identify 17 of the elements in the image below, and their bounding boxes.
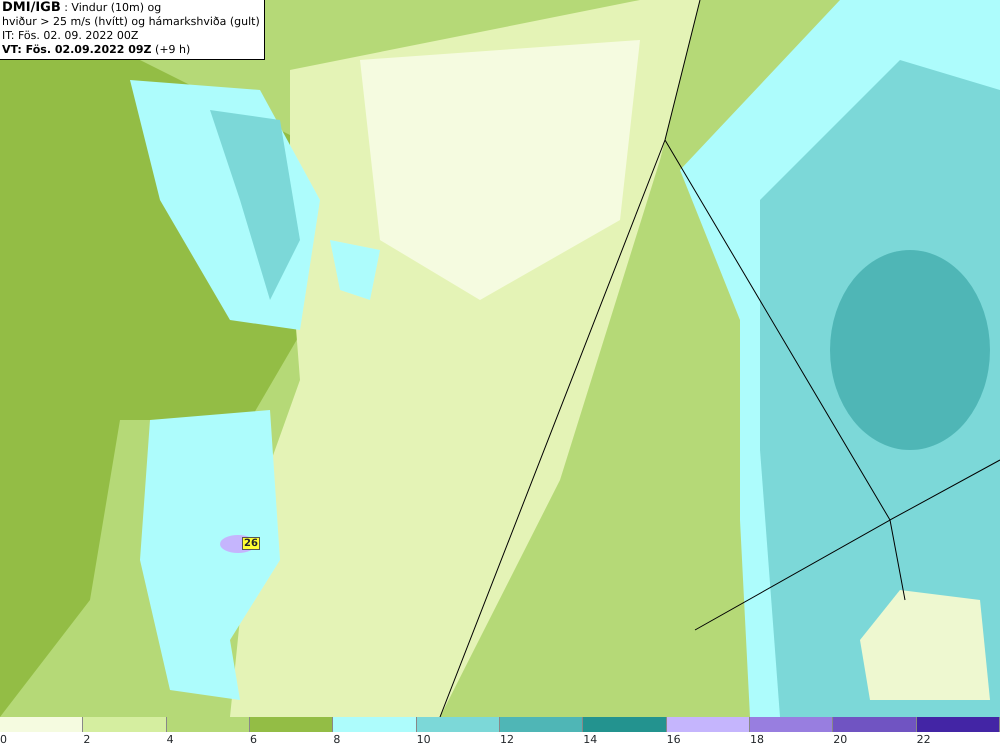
title-line: VT: Fös. 02.09.2022 09Z (+9 h) — [2, 43, 192, 57]
gust-label: 26 — [242, 537, 260, 550]
map-title: DMI/IGB : Vindur (10m) og — [2, 1, 162, 15]
legend-label: 6 — [250, 733, 257, 746]
legend-label: 10 — [416, 733, 431, 746]
legend-label: 12 — [500, 733, 514, 746]
title-line: hviður > 25 m/s (hvítt) og hámarkshviða (gult) — [2, 15, 260, 29]
legend-label: 4 — [166, 733, 174, 746]
legend-label: 8 — [333, 733, 340, 746]
title-line: IT: Fös. 02. 09. 2022 00Z — [2, 29, 140, 43]
legend-label: 0 — [0, 733, 7, 746]
legend-label: 16 — [666, 733, 681, 746]
legend-label: 20 — [833, 733, 848, 746]
legend-label: 22 — [916, 733, 931, 746]
legend-label: 18 — [750, 733, 764, 746]
legend-label: 14 — [583, 733, 598, 746]
legend-label: 2 — [83, 733, 90, 746]
